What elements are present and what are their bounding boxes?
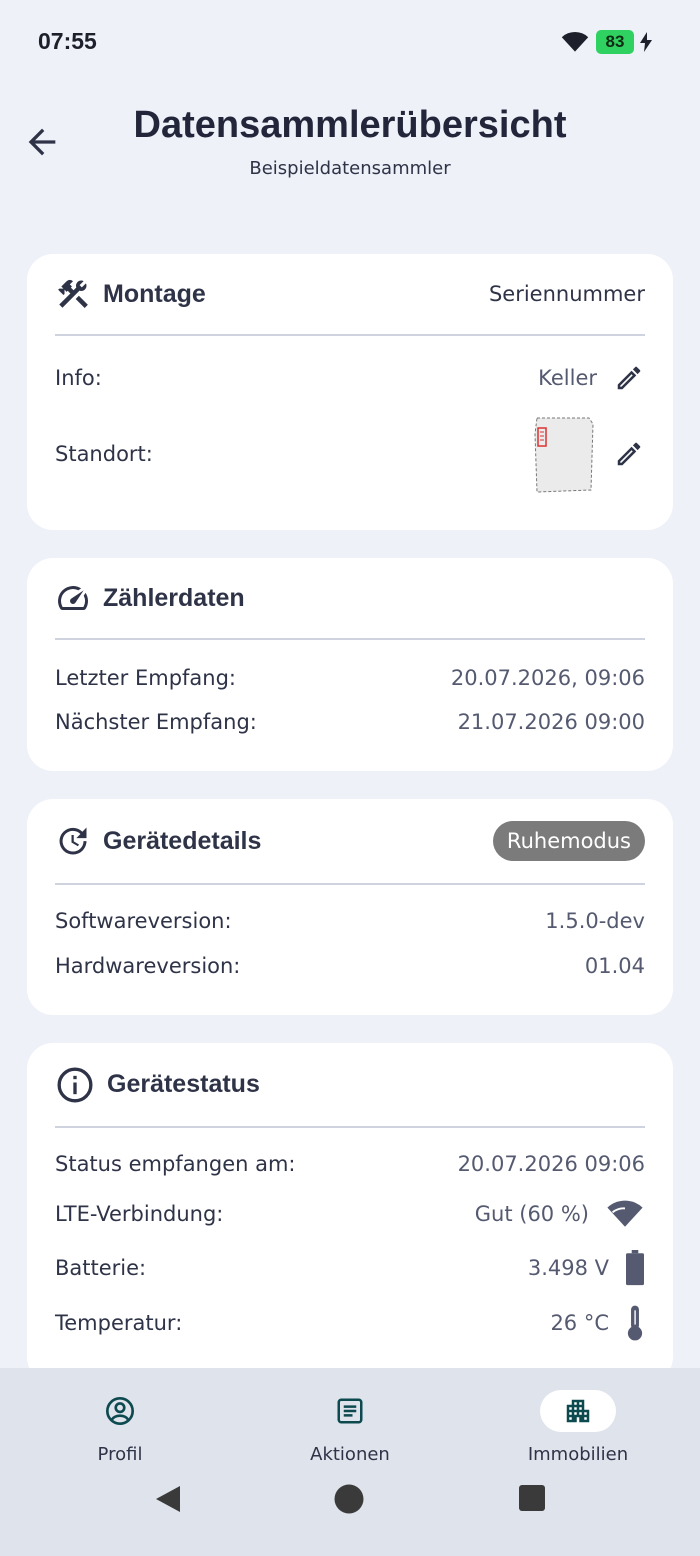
standort-label: Standort: — [55, 442, 153, 466]
nav-active-indicator — [540, 1390, 616, 1432]
geraetedetails-card-header: Gerätedetails Ruhemodus — [55, 799, 645, 885]
location-photo-thumbnail[interactable] — [531, 414, 597, 494]
info-value: Keller — [538, 366, 597, 390]
status-empfangen-row: Status empfangen am: 20.07.2026 09:06 — [55, 1148, 645, 1180]
pencil-icon — [617, 366, 641, 390]
status-empfangen-label: Status empfangen am: — [55, 1152, 296, 1176]
geraetestatus-card: Gerätestatus Status empfangen am: 20.07.… — [27, 1043, 673, 1383]
status-badge: Ruhemodus — [492, 821, 645, 861]
status-time: 07:55 — [38, 28, 97, 54]
wifi-icon — [561, 31, 589, 52]
nav-label-immobilien: Immobilien — [527, 1444, 629, 1465]
charging-icon — [640, 32, 652, 52]
nav-label-profil: Profil — [97, 1444, 143, 1465]
serial-number-label: Seriennummer — [488, 282, 645, 306]
system-home-icon[interactable] — [334, 1484, 364, 1514]
info-icon — [57, 1067, 93, 1102]
battery-level: 83 — [596, 30, 634, 54]
apartment-icon — [566, 1399, 590, 1423]
info-row: Info: Keller — [55, 360, 645, 396]
standort-row: Standort: — [55, 412, 645, 496]
nav-item-aktionen[interactable]: Aktionen — [275, 1390, 425, 1465]
batterie-label: Batterie: — [55, 1256, 147, 1280]
letzter-empfang-row: Letzter Empfang: 20.07.2026, 09:06 — [55, 662, 645, 694]
naechster-empfang-row: Nächster Empfang: 21.07.2026 09:00 — [55, 706, 645, 738]
signal-wifi-icon — [607, 1200, 643, 1227]
hardwareversion-value: 01.04 — [584, 954, 645, 978]
batterie-value: 3.498 V — [527, 1256, 609, 1280]
geraetedetails-card: Gerätedetails Ruhemodus Softwareversion:… — [27, 799, 673, 1015]
nav-label-aktionen: Aktionen — [310, 1444, 390, 1465]
status-icons: 83 — [560, 30, 652, 54]
nav-item-profil[interactable]: Profil — [45, 1390, 195, 1465]
softwareversion-row: Softwareversion: 1.5.0-dev — [55, 905, 645, 937]
letzter-empfang-value: 20.07.2026, 09:06 — [450, 666, 645, 690]
edit-info-button[interactable] — [613, 362, 645, 394]
hardwareversion-label: Hardwareversion: — [55, 954, 241, 978]
softwareversion-label: Softwareversion: — [55, 909, 232, 933]
lte-row: LTE-Verbindung: Gut (60 %) — [55, 1194, 645, 1234]
geraetestatus-title: Gerätestatus — [107, 1070, 260, 1098]
edit-standort-button[interactable] — [613, 438, 645, 470]
page-title: Datensammlerübersicht — [133, 104, 567, 146]
page-subtitle: Beispieldatensammler — [249, 158, 451, 179]
page-header: Datensammlerübersicht Beispieldatensamml… — [0, 100, 700, 200]
system-navigation-bar — [0, 1476, 700, 1526]
system-back-icon[interactable] — [154, 1484, 182, 1514]
article-icon — [337, 1398, 363, 1424]
nav-item-immobilien[interactable]: Immobilien — [503, 1390, 653, 1465]
account-circle-icon — [106, 1397, 134, 1425]
speedometer-icon — [58, 586, 88, 610]
naechster-empfang-label: Nächster Empfang: — [55, 710, 257, 734]
tools-icon — [58, 279, 88, 308]
zaehlerdaten-card: Zählerdaten Letzter Empfang: 20.07.2026,… — [27, 558, 673, 771]
geraetestatus-card-header: Gerätestatus — [55, 1043, 645, 1128]
batterie-row: Batterie: 3.498 V — [55, 1248, 645, 1288]
geraetedetails-title: Gerätedetails — [103, 826, 262, 855]
temperatur-value: 26 °C — [550, 1311, 609, 1335]
softwareversion-value: 1.5.0-dev — [545, 909, 645, 933]
pencil-icon — [617, 442, 641, 466]
montage-title: Montage — [103, 279, 206, 308]
battery-icon — [626, 1250, 644, 1286]
info-label: Info: — [55, 366, 102, 390]
zaehlerdaten-card-header: Zählerdaten — [55, 558, 645, 640]
status-bar: 07:55 83 — [0, 0, 700, 86]
temperatur-label: Temperatur: — [55, 1311, 183, 1335]
lte-label: LTE-Verbindung: — [55, 1202, 224, 1226]
montage-card: Montage Seriennummer Info: Keller Stando… — [27, 254, 673, 530]
naechster-empfang-value: 21.07.2026 09:00 — [457, 710, 645, 734]
bottom-navigation: Profil Aktionen Immobilien — [0, 1368, 700, 1556]
letzter-empfang-label: Letzter Empfang: — [55, 666, 237, 690]
hardwareversion-row: Hardwareversion: 01.04 — [55, 950, 645, 982]
temperatur-row: Temperatur: 26 °C — [55, 1303, 645, 1343]
system-recents-icon[interactable] — [518, 1484, 546, 1512]
update-clock-icon — [59, 827, 87, 855]
lte-value: Gut (60 %) — [474, 1202, 589, 1226]
zaehlerdaten-title: Zählerdaten — [103, 583, 245, 612]
montage-card-header: Montage Seriennummer — [55, 254, 645, 336]
thermometer-icon — [627, 1305, 643, 1341]
status-empfangen-value: 20.07.2026 09:06 — [457, 1152, 645, 1176]
